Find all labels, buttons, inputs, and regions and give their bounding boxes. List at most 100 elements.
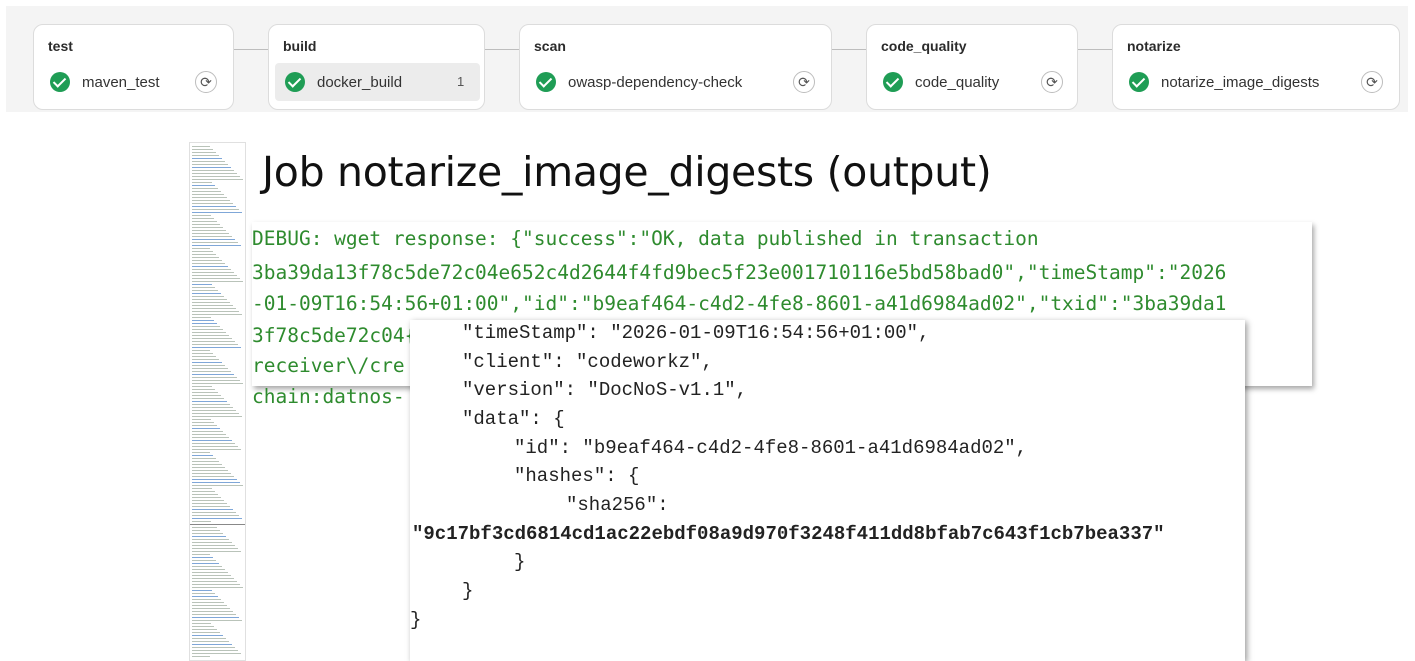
log-thumbnail-line xyxy=(192,191,221,192)
log-thumbnail-line xyxy=(192,287,215,288)
log-thumbnail-line xyxy=(192,284,212,285)
log-thumbnail-line xyxy=(192,275,237,276)
json-line: } xyxy=(514,551,526,573)
log-thumbnail-line xyxy=(192,527,217,528)
log-thumbnail-line xyxy=(192,581,237,582)
log-thumbnail-line xyxy=(192,305,233,306)
log-thumbnail-line xyxy=(192,410,236,411)
log-thumbnail-line xyxy=(192,179,243,180)
log-thumbnail-line xyxy=(192,338,232,339)
log-thumbnail-line xyxy=(192,506,230,507)
log-thumbnail-line xyxy=(192,155,219,156)
debug-line: receiver\/cre xyxy=(252,354,405,377)
log-thumbnail-line xyxy=(192,494,218,495)
log-thumbnail-line xyxy=(192,560,216,561)
log-thumbnail-line xyxy=(192,425,217,426)
log-thumbnail-line xyxy=(192,341,235,342)
log-thumbnail-line xyxy=(192,335,229,336)
log-thumbnail-line xyxy=(192,383,243,384)
debug-line: DEBUG: wget response: {"success":"OK, da… xyxy=(252,227,1039,250)
log-thumbnail-line xyxy=(192,536,226,537)
job-maven-test[interactable]: maven_test ⟳ xyxy=(40,63,227,101)
log-thumbnail-line xyxy=(192,548,238,549)
log-thumbnail-line xyxy=(192,152,216,153)
log-thumbnail-line xyxy=(192,317,211,318)
log-thumbnail-line xyxy=(192,218,214,219)
stage-test: test maven_test ⟳ xyxy=(33,24,234,110)
log-thumbnail-line xyxy=(192,515,239,516)
log-thumbnail-line xyxy=(192,488,212,489)
log-thumbnail-line xyxy=(192,377,237,378)
stage-title: scan xyxy=(534,38,566,54)
log-thumbnail-line xyxy=(192,455,213,456)
log-thumbnail-line xyxy=(192,197,227,198)
log-thumbnail-line xyxy=(192,650,238,651)
stage-build: build docker_build 1 xyxy=(268,24,485,110)
log-thumbnail-line xyxy=(192,539,229,540)
log-thumbnail-line xyxy=(192,641,229,642)
json-line: "client": "codeworkz", xyxy=(462,351,713,373)
job-docker-build[interactable]: docker_build 1 xyxy=(275,63,480,101)
check-circle-icon xyxy=(285,72,305,92)
json-line: "9c17bf3cd6814cd1ac22ebdf08a9d970f3248f4… xyxy=(412,523,1165,545)
log-thumbnail-line xyxy=(192,401,227,402)
log-thumbnail-line xyxy=(192,443,235,444)
log-thumbnail-line xyxy=(192,497,221,498)
log-thumbnail-line xyxy=(192,290,218,291)
log-thumbnail-line xyxy=(192,437,229,438)
log-thumbnail-line xyxy=(192,530,220,531)
log-thumbnail-line xyxy=(192,194,224,195)
log-thumbnail-line xyxy=(192,374,234,375)
log-thumbnail-line xyxy=(192,422,214,423)
json-line: "sha256": xyxy=(566,494,669,516)
log-thumbnail-line xyxy=(192,221,217,222)
log-thumbnail-line xyxy=(192,248,210,249)
log-thumbnail-line xyxy=(192,392,218,393)
stage-scan: scan owasp-dependency-check ⟳ xyxy=(519,24,832,110)
log-thumbnail-line xyxy=(192,176,240,177)
stage-notarize: notarize notarize_image_digests ⟳ xyxy=(1112,24,1400,110)
log-thumbnail-line xyxy=(192,482,240,483)
log-thumbnail xyxy=(189,142,246,661)
log-thumbnail-line xyxy=(192,521,211,522)
log-thumbnail-line xyxy=(192,332,226,333)
log-thumbnail-line xyxy=(192,326,220,327)
retry-icon[interactable]: ⟳ xyxy=(1361,71,1383,93)
log-thumbnail-line xyxy=(192,569,225,570)
retry-icon[interactable]: ⟳ xyxy=(195,71,217,93)
log-thumbnail-line xyxy=(192,512,236,513)
log-thumbnail-line xyxy=(192,323,217,324)
log-thumbnail-line xyxy=(192,311,239,312)
log-thumbnail-line xyxy=(192,533,223,534)
json-line: "hashes": { xyxy=(514,465,640,487)
retry-icon[interactable]: ⟳ xyxy=(793,71,815,93)
log-thumbnail-line xyxy=(192,458,216,459)
log-thumbnail-line xyxy=(192,239,235,240)
pipeline-graph: test maven_test ⟳ build docker_build 1 s… xyxy=(6,6,1408,112)
log-thumbnail-line xyxy=(192,230,226,231)
log-thumbnail-line xyxy=(192,479,237,480)
log-thumbnail-line xyxy=(192,503,227,504)
job-owasp-dependency-check[interactable]: owasp-dependency-check ⟳ xyxy=(526,63,826,101)
log-thumbnail-line xyxy=(192,281,243,282)
job-name: notarize_image_digests xyxy=(1161,74,1320,91)
log-thumbnail-line xyxy=(192,476,234,477)
log-thumbnail-line xyxy=(192,632,220,633)
log-thumbnail-line xyxy=(192,149,213,150)
log-thumbnail-line xyxy=(192,638,226,639)
log-thumbnail-line xyxy=(192,563,219,564)
retry-icon[interactable]: ⟳ xyxy=(1041,71,1063,93)
log-thumbnail-line xyxy=(192,542,232,543)
log-thumbnail-line xyxy=(192,398,224,399)
log-thumbnail-line xyxy=(192,452,210,453)
debug-line: 3f78c5de72c04{ xyxy=(252,324,417,347)
log-thumbnail-line xyxy=(192,608,230,609)
log-thumbnail-line xyxy=(190,524,245,525)
stage-title: code_quality xyxy=(881,38,967,54)
job-notarize-image-digests[interactable]: notarize_image_digests ⟳ xyxy=(1119,63,1395,101)
log-thumbnail-line xyxy=(192,167,231,168)
debug-line: 3ba39da13f78c5de72c04e652c4d2644f4fd9bec… xyxy=(252,261,1227,284)
job-code-quality[interactable]: code_quality ⟳ xyxy=(873,63,1073,101)
log-thumbnail-line xyxy=(192,356,216,357)
job-name: docker_build xyxy=(317,74,403,91)
